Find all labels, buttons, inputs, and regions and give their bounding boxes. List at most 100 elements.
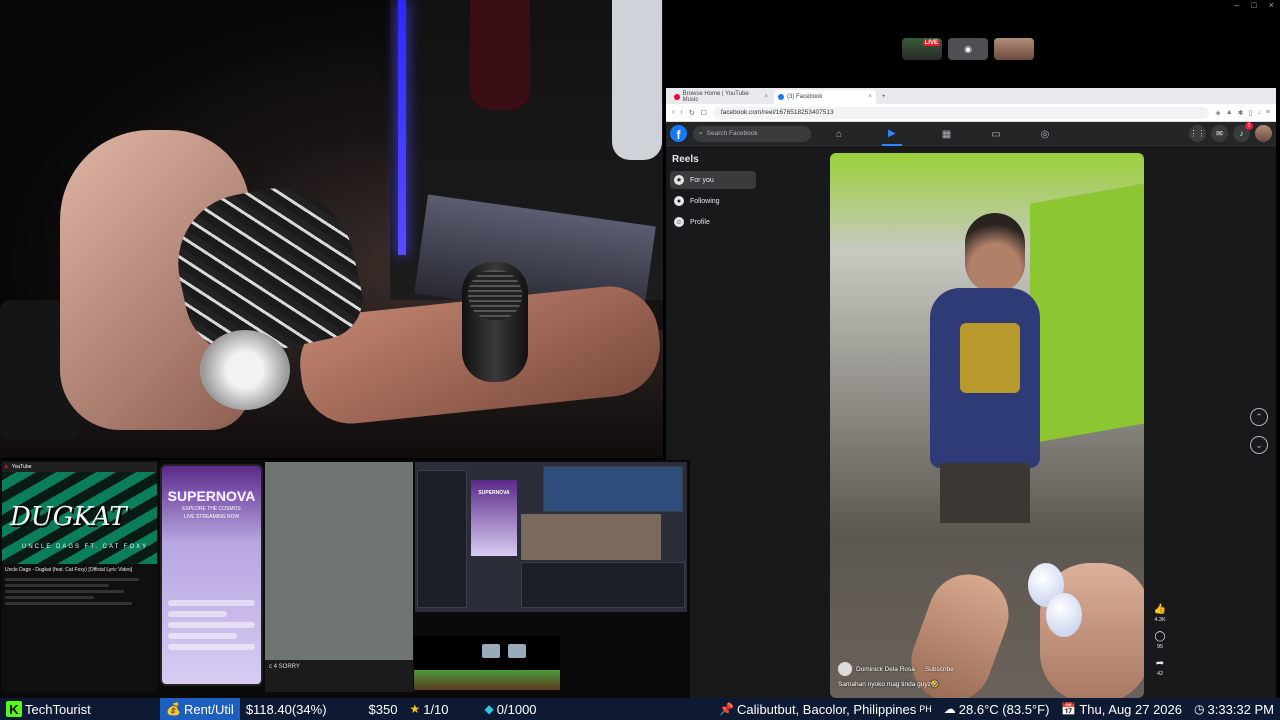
discord-glyph: ◉: [964, 43, 972, 54]
warning-icon[interactable]: ▲: [1226, 109, 1233, 117]
supernova-subtitle: EXPLORE THE COSMOS: [182, 506, 241, 512]
vendor-person: [910, 213, 1040, 593]
user-avatar[interactable]: [994, 38, 1034, 60]
stream-status-bar: K TechTourist 💰 Rent/Util $118.40(34%) $…: [0, 698, 1280, 720]
discord-icon[interactable]: ◉: [948, 38, 988, 60]
comment-icon[interactable]: ◯: [1154, 631, 1165, 642]
reel-caption: Samahan nyoko mag tinda guyz🤣: [838, 681, 939, 688]
cloud-icon: ☁: [943, 702, 956, 716]
reel-actions: 👍 4.3K ◯ 95 ➦ 42: [1150, 604, 1170, 683]
thumbnail-subtitle: UNCLE DAGS FT. CAT FOXY: [22, 544, 149, 550]
author-name[interactable]: Dominick Dela Rosa: [856, 666, 915, 673]
forward-icon[interactable]: ›: [680, 109, 682, 116]
facebook-icon: [778, 94, 784, 100]
reel-video[interactable]: Dominick Dela Rosa Subscribe Samahan nyo…: [830, 153, 1144, 698]
username-label: TechTourist: [25, 701, 91, 717]
supernova-title: SUPERNOVA: [167, 488, 256, 504]
led-strip: [398, 0, 406, 255]
rent-goal: 💰 Rent/Util: [160, 698, 240, 720]
location-label: Calibutbut, Bacolor, Philippines: [737, 701, 917, 717]
back-icon[interactable]: ‹: [672, 109, 674, 116]
clock-icon: ◷: [1194, 702, 1205, 716]
close-tab-icon[interactable]: ×: [868, 94, 872, 100]
reel-info: Dominick Dela Rosa Subscribe Samahan nyo…: [838, 662, 1104, 688]
video-icon[interactable]: ▶: [882, 122, 902, 146]
facebook-navbar: f ⌕ Search Facebook ⌂ ▶ ▦ ▭ ◎ ⋮⋮ ✉ ♪: [666, 122, 1276, 146]
tab-label: Browse Home | YouTube Music: [682, 91, 749, 103]
youtube-header: ▶ YouTube: [2, 462, 157, 472]
terminal-preview: c 4 SORRY: [265, 660, 413, 692]
reload-icon[interactable]: ↻: [689, 109, 695, 117]
window-controls: – □ ×: [1234, 0, 1274, 10]
sidebar-item-for-you[interactable]: ★ For you: [670, 171, 756, 189]
groups-icon[interactable]: ▭: [991, 129, 1000, 140]
facebook-main-nav: ⌂ ▶ ▦ ▭ ◎: [836, 122, 1049, 146]
country-code: PH: [919, 704, 932, 714]
menu-icon[interactable]: ≡: [1266, 109, 1270, 117]
gem-counter: ◆ 0/1000: [479, 698, 543, 720]
maximize-button[interactable]: □: [1251, 0, 1256, 10]
bookmark-icon[interactable]: ☐: [701, 109, 707, 117]
following-icon: ●: [674, 196, 684, 206]
address-bar: ‹ › ↻ ☐ facebook.com/reel/16765182534075…: [666, 104, 1276, 122]
home-icon[interactable]: ⌂: [836, 129, 842, 140]
live-badge: LIVE: [922, 40, 940, 46]
search-input[interactable]: ⌕ Search Facebook: [693, 125, 811, 142]
browser-window: Browse Home | YouTube Music × (3) Facebo…: [666, 88, 1276, 698]
tab-label: (3) Facebook: [787, 94, 823, 100]
sidebar-item-label: For you: [690, 176, 714, 184]
facebook-logo[interactable]: f: [670, 125, 687, 142]
sidebar-item-following[interactable]: ● Following: [670, 192, 756, 210]
egg: [1046, 593, 1082, 637]
gem-count: 0/1000: [496, 701, 537, 717]
stream-thumbnail[interactable]: LIVE: [902, 38, 942, 60]
youtube-music-icon: [674, 94, 680, 100]
downloads-icon[interactable]: ↓: [1257, 109, 1261, 117]
grid-menu-icon[interactable]: ⋮⋮: [1189, 125, 1206, 142]
url-field[interactable]: facebook.com/reel/1676518253407513: [712, 106, 1210, 119]
goal-amount: $350: [368, 701, 398, 717]
video-description: [2, 576, 157, 610]
shield-icon[interactable]: ◈: [1215, 109, 1220, 117]
new-tab-button[interactable]: +: [878, 90, 980, 104]
clock: ◷ 3:33:32 PM: [1188, 698, 1280, 720]
gem-icon: ◆: [484, 702, 494, 716]
share-count: 42: [1156, 671, 1164, 677]
sidebar-item-profile[interactable]: ☺ Profile: [670, 213, 756, 231]
sidebar-icon[interactable]: ▯: [1249, 109, 1253, 117]
discord-voice-overlay: LIVE ◉: [902, 38, 1034, 60]
calendar-icon: 📅: [1061, 702, 1077, 716]
star-icon: ★: [409, 702, 421, 716]
chevron-down-icon[interactable]: ⌄: [1250, 436, 1268, 454]
obs-program-preview: [521, 514, 661, 560]
sidebar-item-label: Following: [690, 197, 720, 205]
screen-previews: ▶ YouTube DUGKAT UNCLE DAGS FT. CAT FOXY…: [0, 460, 690, 698]
obs-scene-thumbnail: SUPERNOVA: [471, 480, 517, 556]
star-counter: ★ 1/10: [403, 698, 454, 720]
like-count: 4.3K: [1154, 617, 1166, 623]
comment-count: 95: [1156, 644, 1164, 650]
gaming-icon[interactable]: ◎: [1041, 129, 1050, 140]
marketplace-icon[interactable]: ▦: [942, 129, 951, 140]
close-tab-icon[interactable]: ×: [764, 94, 768, 100]
supernova-tagline: LIVE STREAMING NOW: [183, 514, 240, 520]
like-icon[interactable]: 👍: [1154, 604, 1166, 615]
close-button[interactable]: ×: [1269, 0, 1274, 10]
notifications-icon[interactable]: ♪: [1233, 122, 1253, 142]
chevron-up-icon[interactable]: ⌃: [1250, 408, 1268, 426]
tab-facebook[interactable]: (3) Facebook ×: [774, 90, 876, 104]
subscribe-button[interactable]: Subscribe: [925, 666, 954, 673]
supernova-phone-preview: SUPERNOVA EXPLORE THE COSMOS LIVE STREAM…: [160, 464, 263, 686]
minimize-button[interactable]: –: [1234, 0, 1239, 10]
author-avatar[interactable]: [838, 662, 852, 676]
share-icon[interactable]: ➦: [1156, 658, 1164, 669]
extensions-bar: ◈ ▲ ✱ ▯ ↓ ≡: [1215, 109, 1270, 117]
facebook-account-bar: ⋮⋮ ✉ ♪: [1189, 122, 1272, 142]
tab-youtube-music[interactable]: Browse Home | YouTube Music ×: [670, 90, 772, 104]
messenger-icon[interactable]: ✉: [1211, 125, 1228, 142]
search-placeholder: Search Facebook: [706, 130, 758, 137]
video-thumbnail: DUGKAT UNCLE DAGS FT. CAT FOXY: [2, 472, 157, 564]
avatar[interactable]: [1255, 125, 1272, 142]
puzzle-icon[interactable]: ✱: [1238, 109, 1244, 117]
headphones: [200, 330, 290, 410]
